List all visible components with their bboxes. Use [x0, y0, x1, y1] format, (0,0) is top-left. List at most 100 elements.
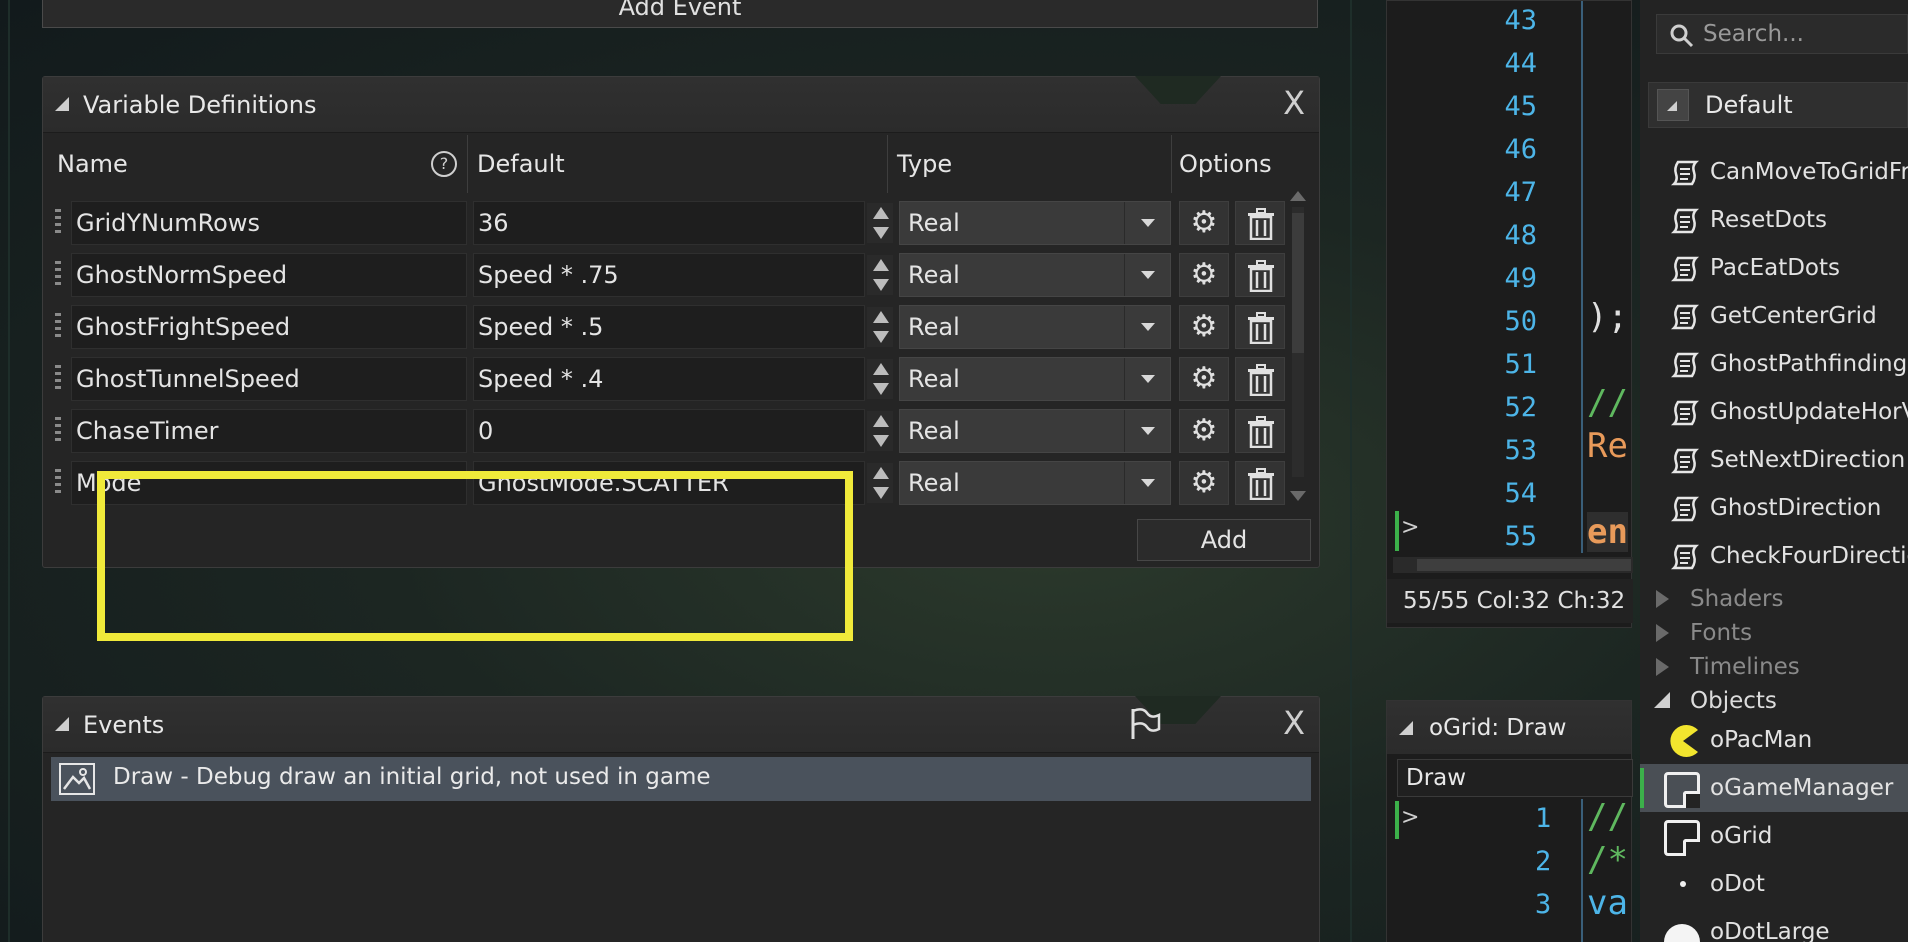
- script-item[interactable]: CheckFourDirectio: [1640, 532, 1908, 580]
- script-item[interactable]: SetNextDirection: [1640, 436, 1908, 484]
- collapse-icon[interactable]: [55, 97, 69, 111]
- gear-icon[interactable]: ⚙: [1179, 201, 1229, 245]
- expand-icon[interactable]: [1656, 658, 1669, 676]
- script-item[interactable]: GhostPathfinding: [1640, 340, 1908, 388]
- tree-section-fonts[interactable]: Fonts: [1640, 616, 1908, 650]
- tree-section-timelines[interactable]: Timelines: [1640, 650, 1908, 684]
- object-item[interactable]: oGameManager: [1640, 764, 1908, 812]
- trash-icon[interactable]: [1235, 253, 1285, 297]
- draw-editor-header[interactable]: oGrid: Draw: [1387, 701, 1631, 755]
- chevron-down-icon[interactable]: [1124, 254, 1170, 296]
- variables-scrollbar[interactable]: [1287, 189, 1309, 501]
- variable-type-select[interactable]: Real: [899, 201, 1171, 245]
- flag-icon[interactable]: [1129, 707, 1161, 741]
- gear-icon[interactable]: ⚙: [1179, 305, 1229, 349]
- spin-up-icon[interactable]: [873, 207, 889, 219]
- variable-default-field[interactable]: 0: [473, 409, 865, 453]
- spin-down-icon[interactable]: [873, 227, 889, 239]
- default-spinner[interactable]: [867, 359, 893, 399]
- object-item[interactable]: oGrid: [1640, 812, 1908, 860]
- scroll-down-icon[interactable]: [1290, 491, 1306, 501]
- spin-down-icon[interactable]: [873, 279, 889, 291]
- collapse-icon[interactable]: [1654, 692, 1670, 708]
- script-item[interactable]: CanMoveToGridFr: [1640, 148, 1908, 196]
- trash-icon[interactable]: [1235, 305, 1285, 349]
- expand-icon[interactable]: [1656, 590, 1669, 608]
- variable-name-field[interactable]: GridYNumRows: [71, 201, 467, 245]
- spin-down-icon[interactable]: [873, 435, 889, 447]
- collapse-icon[interactable]: [55, 717, 69, 731]
- script-item[interactable]: GetCenterGrid: [1640, 292, 1908, 340]
- trash-icon[interactable]: [1235, 201, 1285, 245]
- variable-type-select[interactable]: Real: [899, 305, 1171, 349]
- variable-name-field[interactable]: GhostTunnelSpeed: [71, 357, 467, 401]
- variable-type-select[interactable]: Real: [899, 253, 1171, 297]
- object-item[interactable]: oDotLarge: [1640, 908, 1908, 942]
- search-input[interactable]: Search...: [1656, 14, 1908, 54]
- variable-type-select[interactable]: Real: [899, 357, 1171, 401]
- spin-up-icon[interactable]: [873, 415, 889, 427]
- spin-up-icon[interactable]: [873, 363, 889, 375]
- spin-down-icon[interactable]: [873, 383, 889, 395]
- help-icon[interactable]: ?: [431, 151, 457, 177]
- trash-icon[interactable]: [1235, 461, 1285, 505]
- horizontal-scrollbar[interactable]: [1393, 557, 1633, 573]
- variable-name-field[interactable]: ChaseTimer: [71, 409, 467, 453]
- variable-name-field[interactable]: GhostNormSpeed: [71, 253, 467, 297]
- script-item[interactable]: GhostDirection: [1640, 484, 1908, 532]
- group-selector[interactable]: Default: [1648, 82, 1908, 128]
- tab-draw[interactable]: Draw: [1397, 759, 1633, 797]
- spin-up-icon[interactable]: [873, 467, 889, 479]
- drag-handle-icon[interactable]: [55, 261, 61, 287]
- collapse-all-icon[interactable]: [1657, 89, 1689, 121]
- drag-handle-icon[interactable]: [55, 469, 61, 495]
- default-spinner[interactable]: [867, 411, 893, 451]
- variable-definitions-header[interactable]: Variable Definitions X: [43, 76, 1319, 133]
- gear-icon[interactable]: ⚙: [1179, 253, 1229, 297]
- drag-handle-icon[interactable]: [55, 313, 61, 339]
- spin-down-icon[interactable]: [873, 487, 889, 499]
- spin-up-icon[interactable]: [873, 259, 889, 271]
- script-item[interactable]: GhostUpdateHorV: [1640, 388, 1908, 436]
- gear-icon[interactable]: ⚙: [1179, 409, 1229, 453]
- tree-section-shaders[interactable]: Shaders: [1640, 582, 1908, 616]
- collapse-icon[interactable]: [1399, 721, 1413, 735]
- default-spinner[interactable]: [867, 463, 893, 503]
- variable-default-field[interactable]: Speed * .5: [473, 305, 865, 349]
- spin-up-icon[interactable]: [873, 311, 889, 323]
- script-item[interactable]: ResetDots: [1640, 196, 1908, 244]
- default-spinner[interactable]: [867, 203, 893, 243]
- scroll-thumb[interactable]: [1417, 559, 1631, 571]
- variable-type-select[interactable]: Real: [899, 409, 1171, 453]
- scroll-thumb[interactable]: [1292, 213, 1304, 353]
- gear-icon[interactable]: ⚙: [1179, 357, 1229, 401]
- variable-type-select[interactable]: Real: [899, 461, 1171, 505]
- default-spinner[interactable]: [867, 255, 893, 295]
- event-item-draw[interactable]: Draw - Debug draw an initial grid, not u…: [51, 757, 1311, 801]
- events-header[interactable]: Events X: [43, 696, 1319, 753]
- close-icon[interactable]: X: [1283, 707, 1305, 739]
- tree-section-objects[interactable]: Objects: [1640, 684, 1908, 718]
- chevron-down-icon[interactable]: [1124, 410, 1170, 452]
- scroll-up-icon[interactable]: [1290, 191, 1306, 201]
- drag-handle-icon[interactable]: [55, 417, 61, 443]
- add-variable-button[interactable]: Add: [1137, 519, 1311, 561]
- script-item[interactable]: PacEatDots: [1640, 244, 1908, 292]
- chevron-down-icon[interactable]: [1124, 462, 1170, 504]
- chevron-down-icon[interactable]: [1124, 306, 1170, 348]
- trash-icon[interactable]: [1235, 409, 1285, 453]
- add-event-button[interactable]: Add Event: [42, 0, 1318, 28]
- chevron-down-icon[interactable]: [1124, 358, 1170, 400]
- object-item[interactable]: oDot: [1640, 860, 1908, 908]
- gear-icon[interactable]: ⚙: [1179, 461, 1229, 505]
- close-icon[interactable]: X: [1283, 87, 1305, 119]
- code-editor[interactable]: 43 44 45 46 47 48 49 50 51 52 53 54 55 >…: [1386, 0, 1633, 628]
- variable-default-field[interactable]: Speed * .75: [473, 253, 865, 297]
- chevron-down-icon[interactable]: [1124, 202, 1170, 244]
- trash-icon[interactable]: [1235, 357, 1285, 401]
- expand-icon[interactable]: [1656, 624, 1669, 642]
- variable-default-field[interactable]: 36: [473, 201, 865, 245]
- spin-down-icon[interactable]: [873, 331, 889, 343]
- variable-name-field[interactable]: GhostFrightSpeed: [71, 305, 467, 349]
- default-spinner[interactable]: [867, 307, 893, 347]
